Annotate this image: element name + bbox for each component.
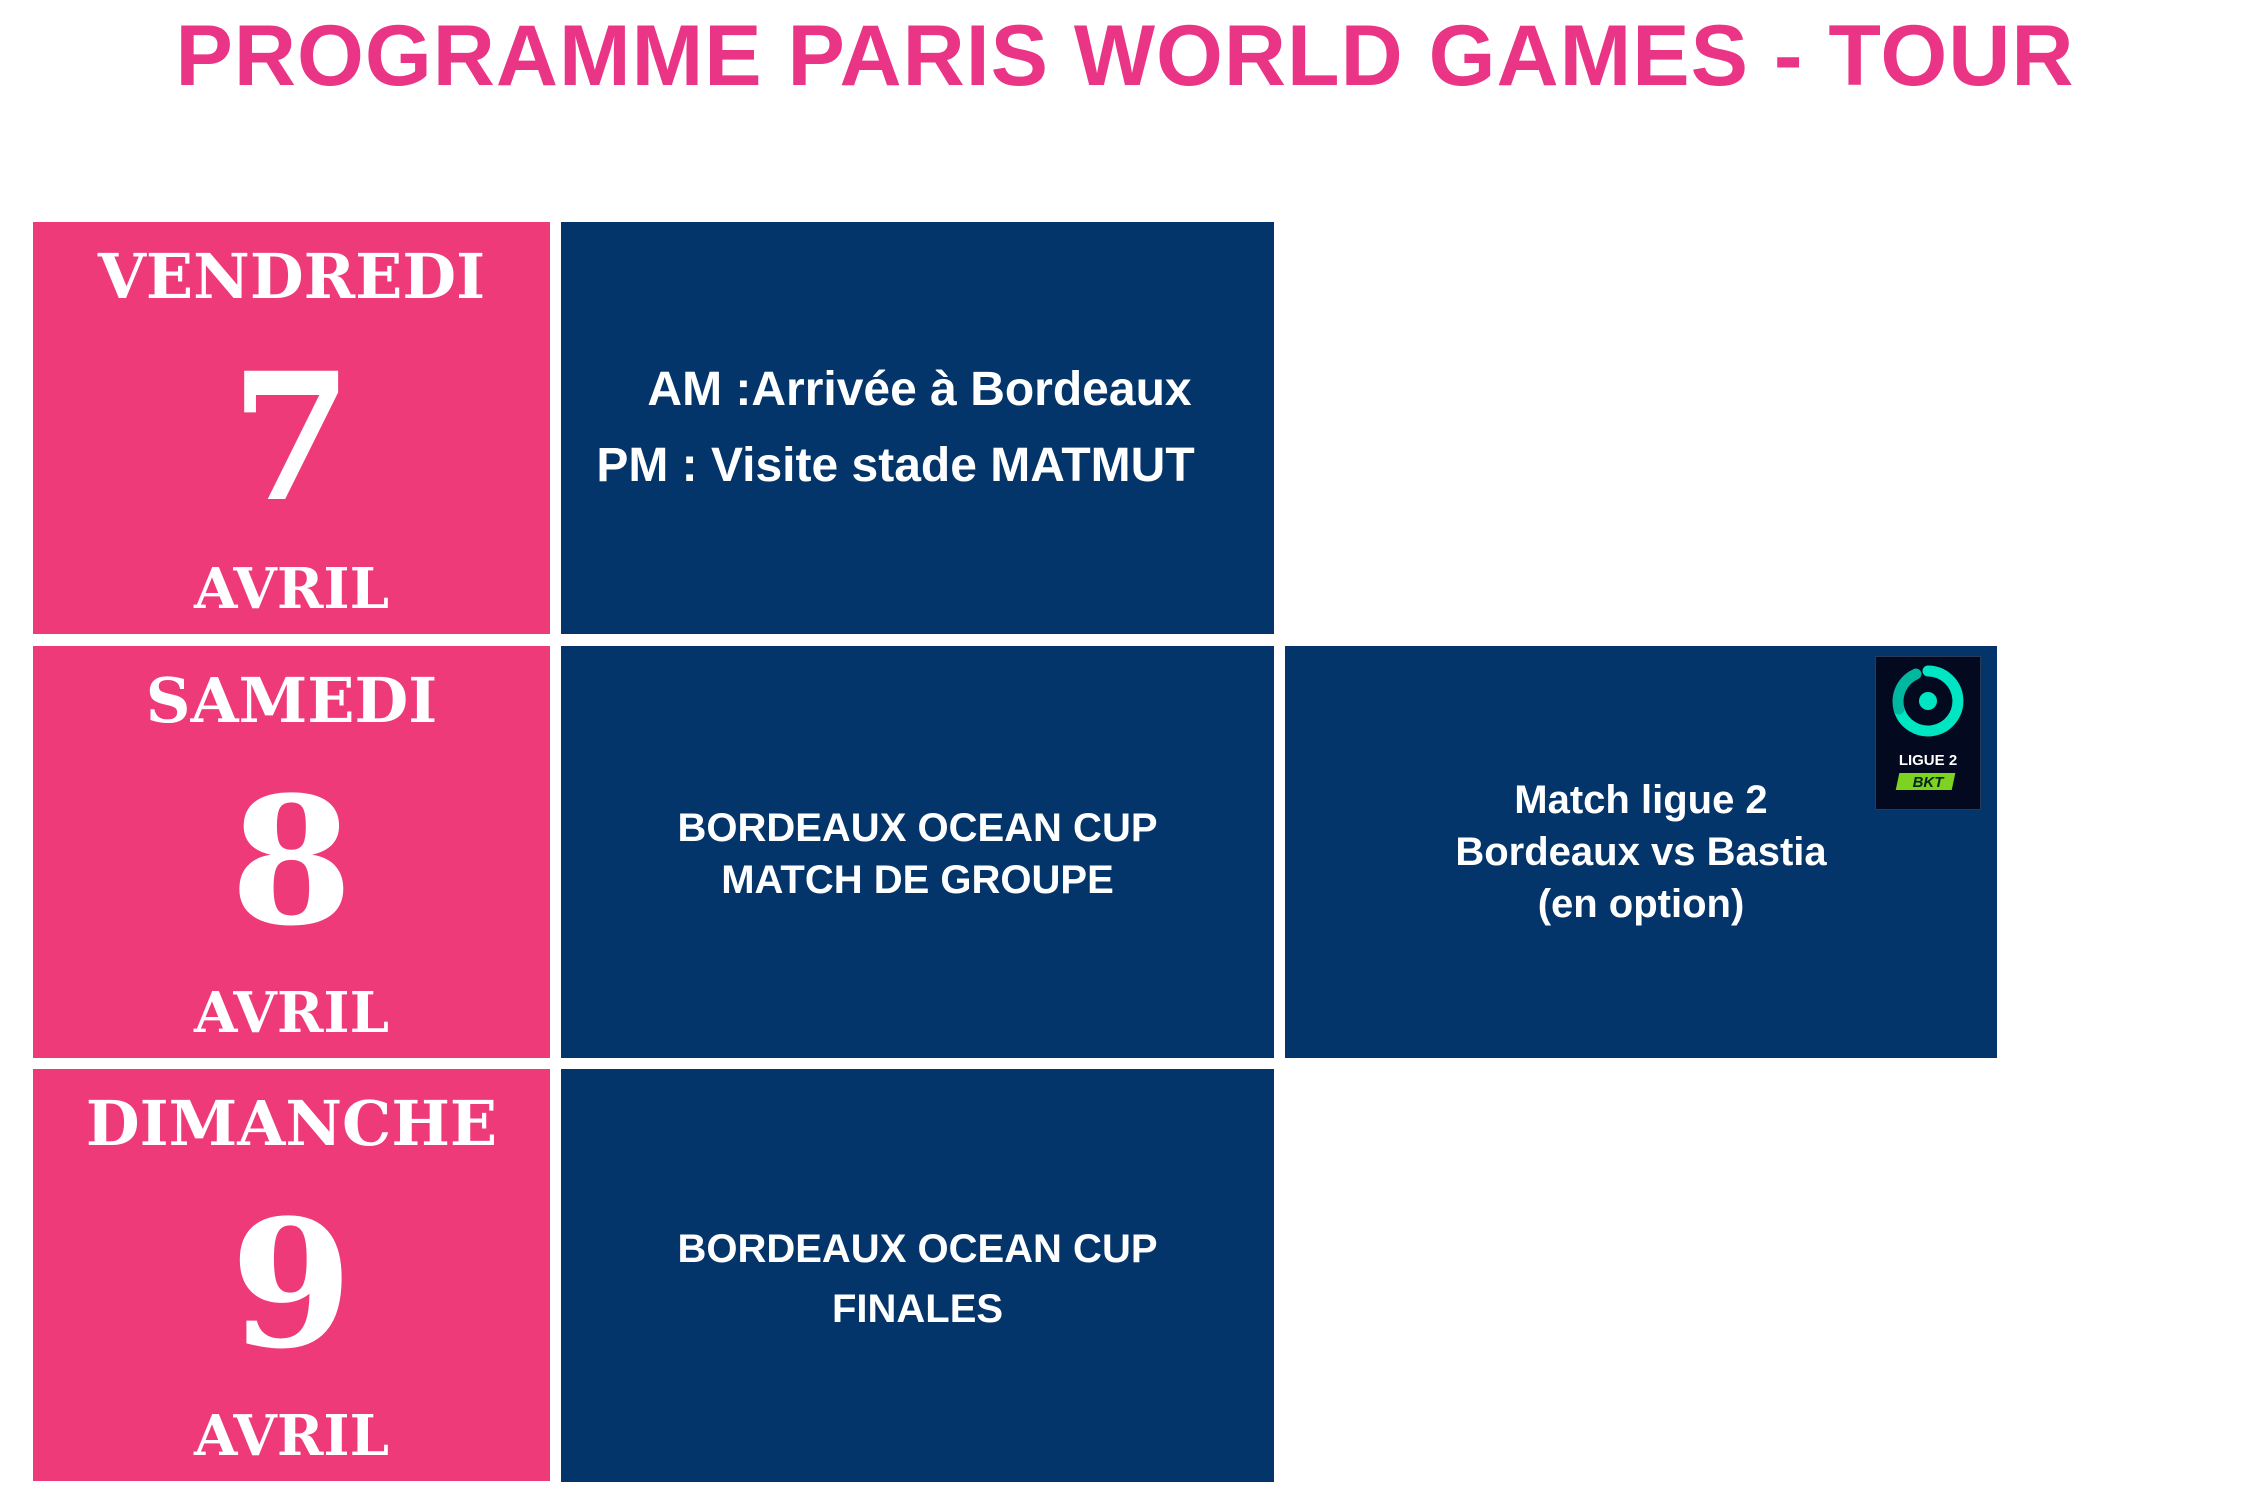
- day-tile-sunday: DIMANCHE 9 AVRIL: [33, 1069, 550, 1481]
- day-tile-friday: VENDREDI 7 AVRIL: [33, 222, 550, 634]
- optional-match-line: Bordeaux vs Bastia: [1455, 830, 1827, 874]
- day-month: AVRIL: [194, 556, 389, 622]
- ligue-2-bkt-logo-icon: LIGUE 2 BKT: [1875, 656, 1981, 810]
- optional-match-line: (en option): [1537, 882, 1745, 926]
- logo-text: LIGUE 2: [1899, 752, 1957, 769]
- program-line: AM :Arrivée à Bordeaux: [647, 363, 1192, 416]
- logo-sponsor: BKT: [1913, 774, 1946, 791]
- day-tile-saturday: SAMEDI 8 AVRIL: [33, 646, 550, 1058]
- program-line: BORDEAUX OCEAN CUP: [677, 806, 1158, 850]
- program-line: FINALES: [831, 1287, 1004, 1331]
- program-line: PM : Visite stade MATMUT: [596, 439, 1195, 492]
- day-month: AVRIL: [194, 980, 389, 1046]
- program-line: MATCH DE GROUPE: [721, 858, 1114, 902]
- day-month: AVRIL: [194, 1403, 389, 1469]
- day-weekday: VENDREDI: [97, 240, 486, 313]
- day-weekday: SAMEDI: [145, 664, 438, 737]
- day-weekday: DIMANCHE: [85, 1087, 498, 1160]
- program-line: BORDEAUX OCEAN CUP: [677, 1227, 1158, 1271]
- program-panel-saturday: BORDEAUX OCEAN CUP MATCH DE GROUPE: [561, 646, 1274, 1058]
- program-panel-friday: AM :Arrivée à Bordeaux PM : Visite stade…: [561, 222, 1274, 634]
- page-title: PROGRAMME PARIS WORLD GAMES - TOUR: [175, 8, 2075, 104]
- day-number: 8: [230, 758, 353, 965]
- day-number: 9: [230, 1181, 353, 1388]
- program-panel-sunday: BORDEAUX OCEAN CUP FINALES: [561, 1069, 1274, 1482]
- day-number: 7: [230, 334, 353, 541]
